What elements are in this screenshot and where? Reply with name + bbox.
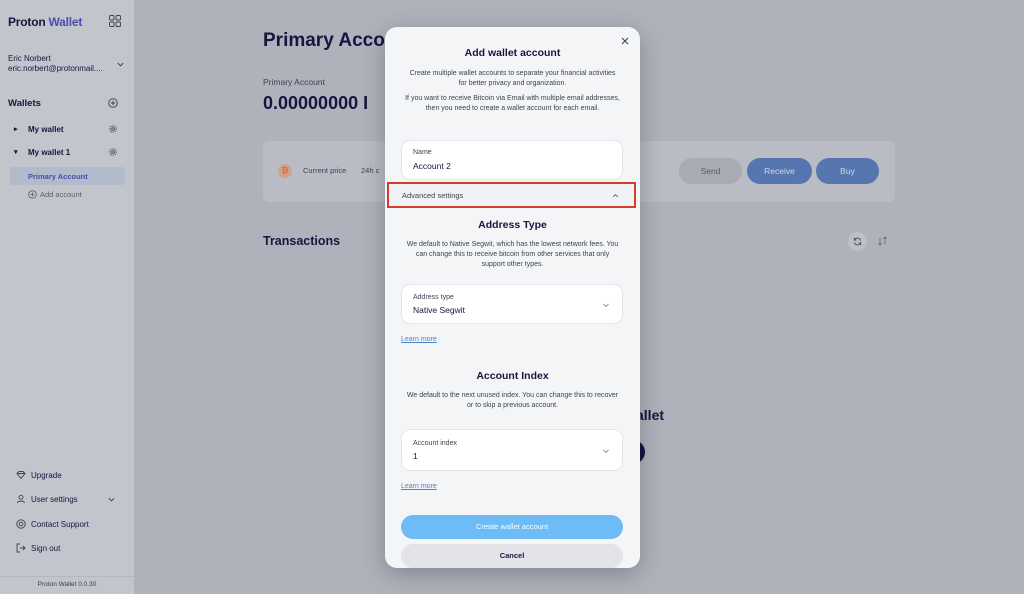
sidebar: Proton Wallet Eric Norbert eric.norbert@p… (0, 0, 134, 594)
cancel-button[interactable]: Cancel (401, 544, 623, 568)
sidebar-item-my-wallet-1[interactable]: ▾ My wallet 1 (8, 144, 126, 162)
empty-state-title: allet (636, 407, 665, 423)
modal-email-note: If you want to receive Bitcoin via Email… (405, 95, 620, 112)
plus-circle-icon (28, 190, 37, 199)
user-menu[interactable]: Eric Norbert eric.norbert@protonmail.... (8, 54, 128, 73)
balance-amount: 0.00000000 I (263, 93, 369, 113)
address-type-value: Native Segwit (413, 305, 465, 315)
brand-name-part1: Proton (8, 15, 46, 29)
learn-more-link[interactable]: Learn more (401, 336, 437, 343)
add-wallet-account-modal: Add wallet account Create multiple walle… (385, 27, 640, 568)
sidebar-item-primary-account[interactable]: Primary Account (10, 167, 125, 185)
user-email: eric.norbert@protonmail.... (8, 64, 103, 73)
refresh-icon (853, 237, 862, 246)
receive-button[interactable]: Receive (747, 158, 812, 184)
wallets-section-title: Wallets (8, 98, 41, 109)
sign-out-icon (16, 543, 26, 553)
chevron-up-icon (613, 194, 618, 198)
user-icon (17, 494, 25, 504)
chevron-down-icon[interactable] (116, 60, 125, 69)
transactions-title: Transactions (263, 234, 341, 248)
chevron-down-icon (603, 449, 609, 454)
upgrade-label: Upgrade (31, 471, 62, 480)
gear-icon[interactable] (108, 124, 118, 134)
advanced-settings-label: Advanced settings (402, 191, 464, 200)
create-wallet-account-button[interactable]: Create wallet account (401, 515, 623, 539)
name-field[interactable]: Name Account 2 (401, 140, 623, 180)
user-settings-label: User settings (31, 495, 78, 504)
diamond-icon (16, 471, 26, 480)
contact-support-link[interactable]: Contact Support (16, 519, 89, 529)
address-type-description: We default to Native Segwit, which has t… (406, 241, 619, 268)
add-account-label: Add account (40, 190, 82, 199)
support-icon (16, 519, 26, 529)
brand-name-part2: Wallet (48, 15, 83, 29)
address-type-label: Address type (413, 294, 454, 301)
current-price-label: Current price (303, 166, 347, 175)
sign-out-label: Sign out (31, 544, 61, 553)
account-label: Primary Account (28, 172, 88, 181)
buy-button[interactable]: Buy (816, 158, 879, 184)
app-version: Proton Wallet 0.0.30 (0, 576, 134, 594)
address-type-select[interactable]: Address type Native Segwit (401, 284, 623, 324)
sort-icon[interactable] (876, 234, 890, 248)
caret-right-icon: ▸ (14, 126, 18, 133)
address-type-title: Address Type (478, 219, 547, 231)
name-field-value[interactable]: Account 2 (413, 161, 451, 171)
chevron-down-icon (603, 303, 609, 308)
account-index-title: Account Index (476, 370, 549, 382)
account-index-description: We default to the next unused index. You… (406, 392, 619, 409)
user-name: Eric Norbert (8, 54, 51, 63)
upgrade-link[interactable]: Upgrade (16, 470, 62, 480)
wallet-label: My wallet 1 (28, 148, 71, 157)
apps-grid-icon[interactable] (109, 15, 121, 27)
user-settings-link[interactable]: User settings (16, 494, 115, 504)
account-index-select[interactable]: Account index 1 (401, 429, 623, 471)
gear-icon[interactable] (108, 147, 118, 157)
contact-support-label: Contact Support (31, 520, 89, 529)
bitcoin-icon: ₿ (278, 164, 292, 178)
page-title: Primary Accou (263, 30, 397, 51)
sign-out-link[interactable]: Sign out (16, 543, 60, 553)
close-icon[interactable] (620, 36, 630, 46)
change-24h-label: 24h c (361, 166, 380, 175)
wallet-label: My wallet (28, 125, 64, 134)
name-field-label: Name (413, 149, 432, 156)
account-subtitle: Primary Account (263, 77, 325, 87)
send-button[interactable]: Send (679, 158, 742, 184)
caret-down-icon: ▾ (14, 149, 18, 156)
learn-more-link[interactable]: Learn more (401, 483, 437, 490)
modal-description: Create multiple wallet accounts to separ… (409, 70, 616, 87)
modal-title: Add wallet account (464, 47, 561, 59)
add-wallet-icon[interactable] (108, 98, 118, 108)
app-logo[interactable]: Proton Wallet (8, 15, 82, 29)
advanced-settings-toggle[interactable]: Advanced settings (387, 182, 636, 208)
refresh-button[interactable] (848, 232, 867, 251)
account-index-label: Account index (413, 440, 457, 447)
add-account-link[interactable]: Add account (28, 190, 82, 199)
sidebar-item-my-wallet[interactable]: ▸ My wallet (8, 121, 126, 139)
account-index-value: 1 (413, 451, 418, 461)
chevron-down-icon (108, 497, 115, 502)
